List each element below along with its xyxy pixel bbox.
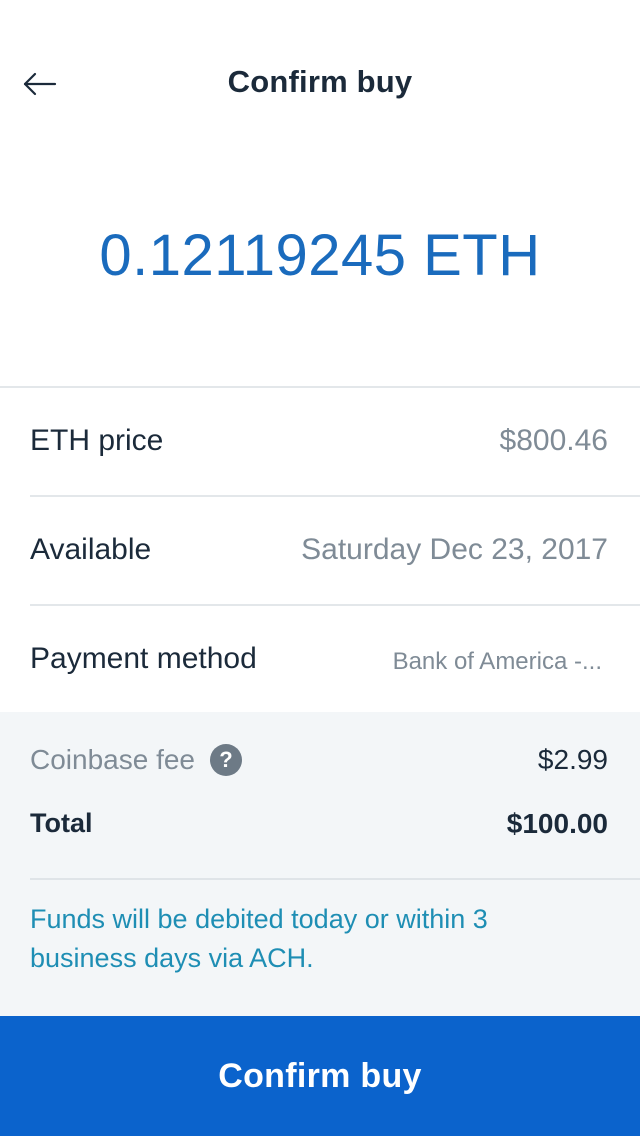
- detail-row-payment-method[interactable]: Payment method Bank of America -...: [0, 606, 640, 715]
- coinbase-fee-value: $2.99: [537, 744, 608, 775]
- question-circle-icon[interactable]: ?: [210, 744, 242, 776]
- coinbase-fee-label: Coinbase fee: [30, 744, 196, 775]
- ach-notice: Funds will be debited today or within 3 …: [30, 904, 488, 973]
- crypto-amount: 0.12119245 ETH: [99, 223, 541, 288]
- confirm-buy-button[interactable]: Confirm buy: [0, 1016, 640, 1136]
- detail-value: Saturday Dec 23, 2017: [301, 533, 608, 566]
- header: Confirm buy: [0, 0, 640, 170]
- total-label: Total: [30, 808, 93, 838]
- confirm-buy-screen: Confirm buy 0.12119245 ETH ETH price $80…: [0, 0, 640, 1136]
- detail-label: Available: [30, 533, 152, 566]
- detail-row-eth-price: ETH price $800.46: [30, 388, 640, 497]
- details-list: ETH price $800.46 Available Saturday Dec…: [0, 386, 640, 715]
- detail-value: $800.46: [499, 424, 608, 457]
- page-title: Confirm buy: [227, 64, 413, 99]
- detail-label: ETH price: [30, 424, 164, 457]
- payment-method-value[interactable]: Bank of America -...: [393, 648, 602, 676]
- total-value: $100.00: [506, 808, 608, 839]
- divider: [30, 878, 640, 880]
- detail-label: Payment method: [30, 642, 257, 675]
- detail-row-available: Available Saturday Dec 23, 2017: [30, 497, 640, 606]
